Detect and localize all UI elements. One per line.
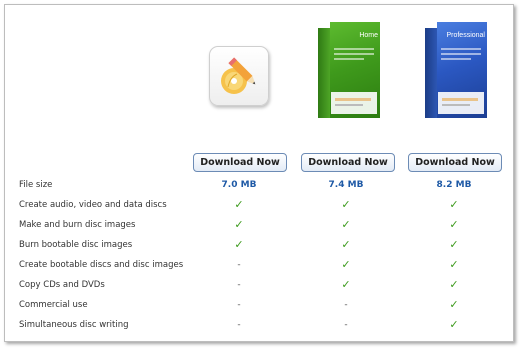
file-size-home: 7.4 MB	[328, 180, 364, 190]
feature-row: Simultaneous disc writing - - ✓	[5, 315, 513, 335]
home-edition-label: Home	[359, 32, 378, 39]
feature-cell-professional: ✓	[449, 218, 459, 231]
feature-cell-professional: ✓	[449, 258, 459, 271]
brand-tagline	[335, 104, 363, 106]
box-decoration	[441, 58, 471, 60]
file-size-row: File size 7.0 MB 7.4 MB 8.2 MB	[5, 175, 513, 195]
feature-cell-professional: ✓	[449, 238, 459, 251]
feature-cell-home: ✓	[341, 198, 351, 211]
feature-row: Commercial use - - ✓	[5, 295, 513, 315]
feature-cell-home: -	[344, 320, 348, 330]
feature-cell-free: ✓	[234, 238, 244, 251]
feature-cell-home: ✓	[341, 238, 351, 251]
feature-label: Commercial use	[19, 300, 88, 310]
feature-row: Copy CDs and DVDs - ✓ ✓	[5, 275, 513, 295]
file-size-professional: 8.2 MB	[436, 180, 472, 190]
feature-label: Create audio, video and data discs	[19, 200, 167, 210]
feature-cell-home: ✓	[341, 278, 351, 291]
feature-cell-professional: ✓	[449, 198, 459, 211]
feature-label: Make and burn disc images	[19, 220, 136, 230]
feature-label: Burn bootable disc images	[19, 240, 133, 250]
comparison-frame: Home Professional Download Now Download …	[4, 4, 514, 342]
box-spine	[425, 28, 437, 118]
feature-cell-free: -	[237, 320, 241, 330]
feature-cell-home: ✓	[341, 258, 351, 271]
professional-edition-box: Professional	[425, 22, 487, 118]
feature-cell-free: ✓	[234, 198, 244, 211]
home-edition-box: Home	[318, 22, 380, 118]
brand-logo	[442, 98, 478, 101]
box-decoration	[334, 48, 374, 50]
box-brand-panel	[438, 92, 484, 114]
box-decoration	[334, 58, 364, 60]
professional-edition-label: Professional	[446, 32, 485, 39]
box-brand-panel	[331, 92, 377, 114]
brand-tagline	[442, 104, 470, 106]
feature-label: Simultaneous disc writing	[19, 320, 129, 330]
download-professional-button[interactable]: Download Now	[408, 153, 502, 172]
feature-row: Create bootable discs and disc images - …	[5, 255, 513, 275]
pencil-disc-icon	[221, 57, 256, 94]
feature-cell-free: ✓	[234, 218, 244, 231]
download-free-button[interactable]: Download Now	[193, 153, 287, 172]
feature-label: Copy CDs and DVDs	[19, 280, 105, 290]
feature-cell-home: -	[344, 300, 348, 310]
feature-cell-free: -	[237, 260, 241, 270]
feature-cell-professional: ✓	[449, 298, 459, 311]
free-edition-icon	[209, 46, 269, 106]
feature-cell-home: ✓	[341, 218, 351, 231]
box-decoration	[334, 53, 374, 55]
feature-label: File size	[19, 180, 53, 190]
brand-logo	[335, 98, 371, 101]
download-home-button[interactable]: Download Now	[301, 153, 395, 172]
feature-row: Create audio, video and data discs ✓ ✓ ✓	[5, 195, 513, 215]
feature-row: Burn bootable disc images ✓ ✓ ✓	[5, 235, 513, 255]
file-size-free: 7.0 MB	[221, 180, 257, 190]
feature-row: Make and burn disc images ✓ ✓ ✓	[5, 215, 513, 235]
box-decoration	[441, 48, 481, 50]
box-spine	[318, 28, 330, 118]
feature-cell-professional: ✓	[449, 318, 459, 331]
product-images: Home Professional	[5, 5, 513, 145]
feature-cell-free: -	[237, 280, 241, 290]
box-decoration	[441, 53, 481, 55]
feature-cell-professional: ✓	[449, 278, 459, 291]
feature-label: Create bootable discs and disc images	[19, 260, 184, 270]
feature-cell-free: -	[237, 300, 241, 310]
